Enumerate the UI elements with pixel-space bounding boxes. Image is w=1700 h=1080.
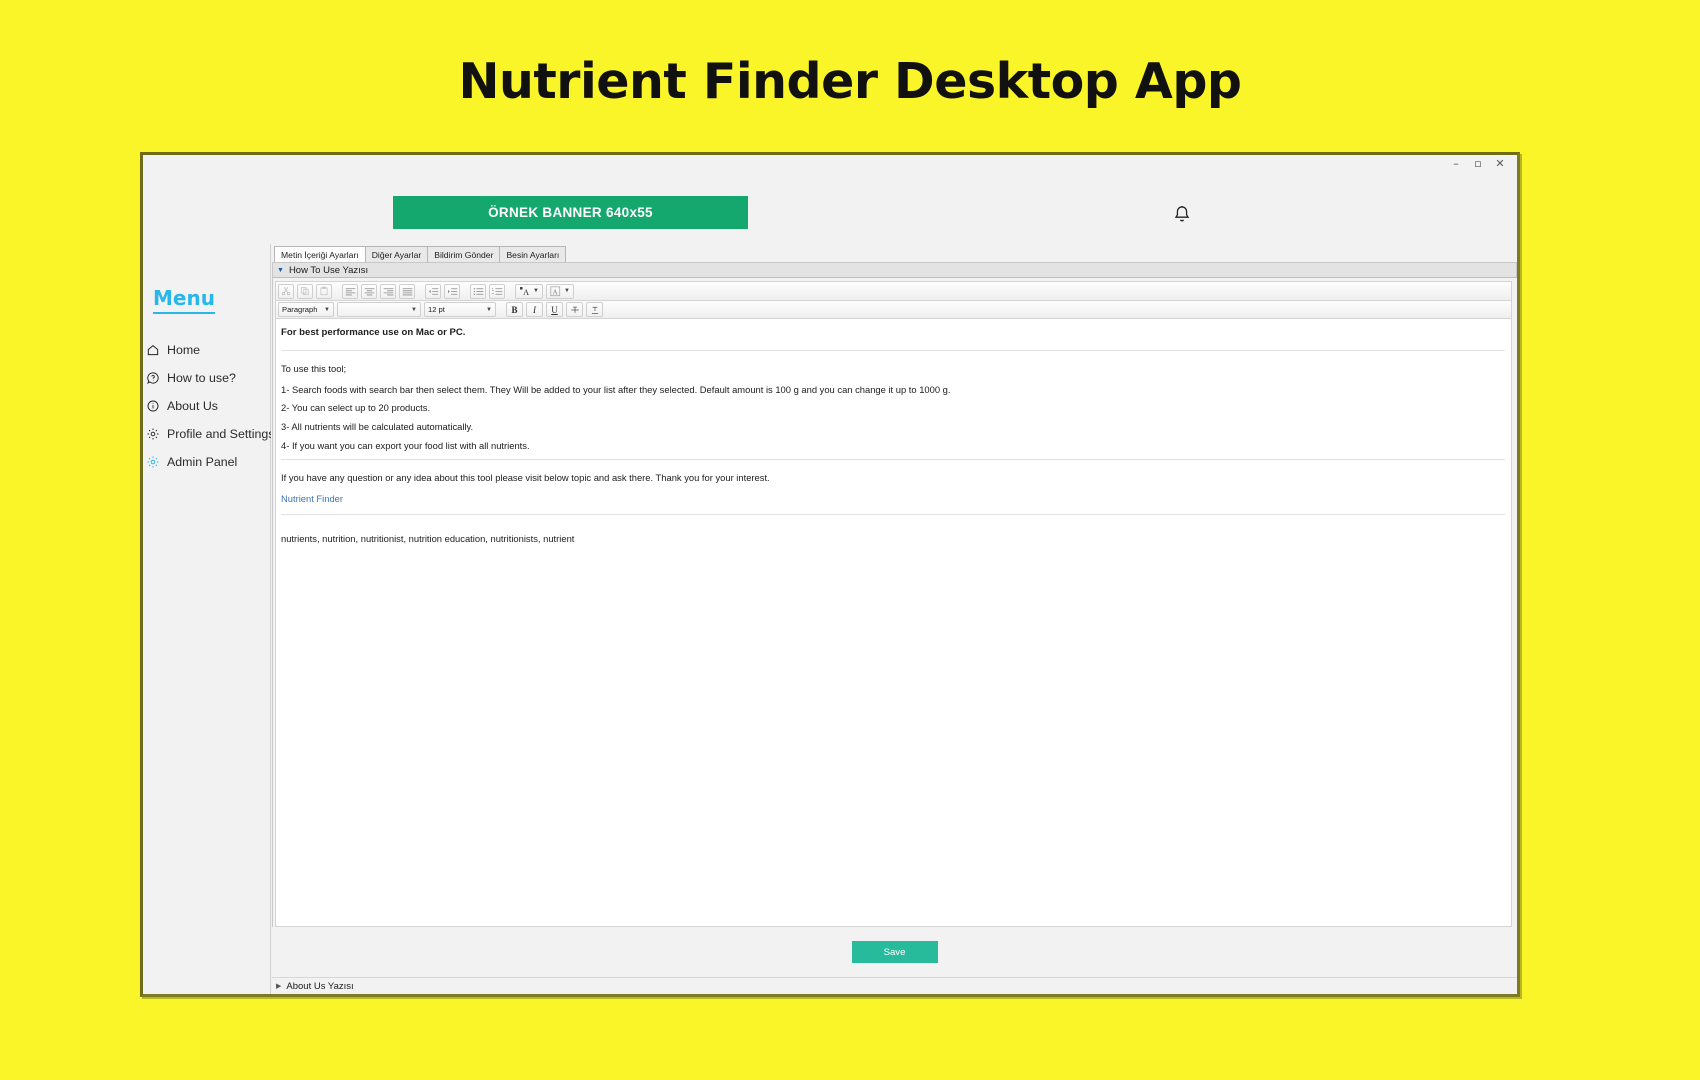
section-header-label: How To Use Yazısı: [288, 264, 369, 276]
tab-metin-icerigi-ayarlari[interactable]: Metin İçeriği Ayarları: [274, 246, 366, 262]
save-button[interactable]: Save: [851, 941, 938, 963]
doc-keywords: nutrients, nutrition, nutritionist, nutr…: [281, 532, 575, 544]
editor-toolbar-row-1: A ▼ A ▼: [275, 281, 1512, 300]
info-circle-icon: [146, 399, 160, 413]
sidebar-item-label: How to use?: [167, 371, 236, 385]
subscript-button[interactable]: [586, 302, 603, 317]
section-header-about-us[interactable]: ▶ About Us Yazısı: [272, 977, 1517, 994]
sidebar-item-label: About Us: [167, 399, 218, 413]
editor-footer: Save: [272, 927, 1517, 977]
paste-icon[interactable]: [316, 283, 332, 299]
tab-diger-ayarlar[interactable]: Diğer Ayarlar: [364, 246, 429, 262]
gear-icon: [146, 455, 160, 469]
paragraph-style-value: Paragraph: [282, 305, 318, 314]
close-button[interactable]: ✕: [1489, 156, 1511, 171]
sidebar-item-label: Admin Panel: [167, 455, 238, 469]
doc-step-3: 3- All nutrients will be calculated auto…: [281, 421, 474, 432]
chevron-down-icon: ▼: [486, 306, 492, 313]
window-body: ÖRNEK BANNER 640x55 Menu Home How to use…: [143, 172, 1517, 994]
section-header-how-to-use[interactable]: ▼ How To Use Yazısı: [272, 262, 1517, 278]
doc-divider: [281, 349, 1505, 351]
page-title: Nutrient Finder Desktop App: [458, 53, 1242, 110]
rich-text-editor: A ▼ A ▼ Paragraph ▼ ▼ 12 pt ▼ B I U For …: [272, 278, 1517, 927]
app-window: – ▫ ✕ ÖRNEK BANNER 640x55 Menu Home How …: [140, 152, 1520, 997]
paragraph-style-select[interactable]: Paragraph ▼: [278, 302, 334, 317]
triangle-right-icon: ▶: [276, 982, 282, 990]
editor-toolbar-row-2: Paragraph ▼ ▼ 12 pt ▼ B I U: [275, 300, 1512, 319]
sidebar-item-label: Home: [167, 343, 201, 357]
sidebar-item-home[interactable]: Home: [143, 336, 270, 364]
align-left-icon[interactable]: [342, 283, 358, 299]
doc-step-2: 2- You can select up to 20 products.: [281, 402, 431, 414]
sidebar-item-profile-and-settings[interactable]: Profile and Settings: [143, 420, 274, 448]
nutrient-finder-link[interactable]: Nutrient Finder: [281, 493, 343, 504]
doc-lead-paragraph: For best performance use on Mac or PC.: [281, 327, 466, 338]
chevron-down-icon: ▼: [533, 288, 539, 294]
maximize-button[interactable]: ▫: [1467, 156, 1489, 171]
bold-button[interactable]: B: [506, 302, 523, 317]
svg-text:A: A: [552, 287, 558, 296]
sidebar-item-label: Profile and Settings: [167, 427, 275, 441]
outdent-icon[interactable]: [425, 283, 441, 299]
font-family-select[interactable]: ▼: [337, 302, 421, 317]
tab-besin-ayarlari[interactable]: Besin Ayarları: [499, 246, 567, 262]
cut-icon[interactable]: [278, 283, 294, 299]
sidebar-title: Menu: [153, 286, 215, 314]
bell-icon[interactable]: [1171, 204, 1193, 226]
bullet-list-icon[interactable]: [470, 283, 486, 299]
italic-button[interactable]: I: [526, 302, 543, 317]
doc-step-1: 1- Search foods with search bar then sel…: [281, 383, 951, 395]
font-size-select[interactable]: 12 pt ▼: [424, 302, 496, 317]
font-size-value: 12 pt: [428, 305, 445, 314]
triangle-down-icon: ▼: [277, 266, 284, 274]
sidebar-item-about-us[interactable]: About Us: [143, 392, 270, 420]
align-center-icon[interactable]: [361, 283, 377, 299]
align-right-icon[interactable]: [380, 283, 396, 299]
text-color-icon[interactable]: A ▼: [515, 283, 543, 299]
chevron-down-icon: ▼: [411, 306, 417, 313]
question-circle-icon: [146, 371, 160, 385]
section-header-label: About Us Yazısı: [286, 980, 354, 992]
doc-divider: [281, 513, 1505, 515]
ad-banner[interactable]: ÖRNEK BANNER 640x55: [393, 196, 748, 229]
doc-divider: [281, 459, 1505, 461]
underline-button[interactable]: U: [546, 302, 563, 317]
align-justify-icon[interactable]: [399, 283, 415, 299]
minimize-button[interactable]: –: [1445, 156, 1467, 171]
strikethrough-button[interactable]: [566, 302, 583, 317]
chevron-down-icon: ▼: [324, 306, 330, 313]
numbered-list-icon[interactable]: [489, 283, 505, 299]
content-row: Menu Home How to use? About Us Profile a…: [143, 244, 1517, 994]
tab-bildirim-gonder[interactable]: Bildirim Gönder: [427, 246, 501, 262]
doc-closing-paragraph: If you have any question or any idea abo…: [281, 472, 770, 484]
chevron-down-icon: ▼: [563, 288, 570, 294]
app-topbar: ÖRNEK BANNER 640x55: [143, 172, 1517, 244]
window-titlebar: – ▫ ✕: [143, 155, 1517, 172]
highlight-color-icon[interactable]: A ▼: [545, 283, 574, 299]
sidebar: Menu Home How to use? About Us Profile a…: [143, 244, 274, 994]
copy-icon[interactable]: [297, 283, 313, 299]
home-icon: [146, 343, 160, 357]
svg-text:A: A: [523, 287, 529, 296]
editor-document[interactable]: For best performance use on Mac or PC. T…: [275, 319, 1512, 927]
doc-intro-paragraph: To use this tool;: [281, 362, 347, 374]
doc-step-4: 4- If you want you can export your food …: [281, 439, 530, 451]
main-panel: Metin İçeriği Ayarları Diğer Ayarlar Bil…: [271, 244, 1517, 994]
sidebar-item-how-to-use[interactable]: How to use?: [143, 364, 270, 392]
tabstrip: Metin İçeriği Ayarları Diğer Ayarlar Bil…: [272, 244, 1517, 262]
sidebar-menu: Home How to use? About Us Profile and Se…: [143, 336, 274, 476]
sidebar-item-admin-panel[interactable]: Admin Panel: [143, 448, 270, 476]
indent-icon[interactable]: [444, 283, 460, 299]
gear-icon: [146, 427, 160, 441]
